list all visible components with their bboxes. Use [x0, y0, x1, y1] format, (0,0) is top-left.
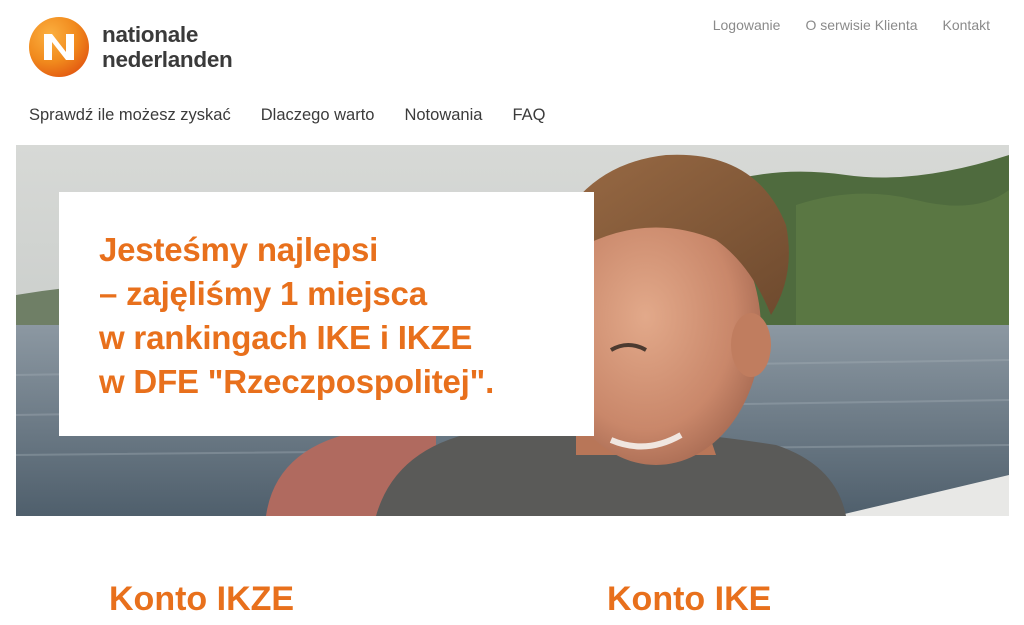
nav-item-why[interactable]: Dlaczego warto: [261, 106, 375, 125]
main-nav: Sprawdź ile możesz zyskać Dlaczego warto…: [29, 106, 545, 125]
hero-headline: Jesteśmy najlepsi – zajęliśmy 1 miejsca …: [99, 228, 494, 404]
konto-ikze-title[interactable]: Konto IKZE: [109, 580, 294, 619]
nn-logo-icon: [29, 17, 89, 77]
brand-logo[interactable]: nationale nederlanden: [28, 15, 248, 79]
nav-item-faq[interactable]: FAQ: [512, 106, 545, 125]
about-service-link[interactable]: O serwisie Klienta: [805, 17, 917, 33]
hero-text-box: Jesteśmy najlepsi – zajęliśmy 1 miejsca …: [59, 192, 594, 436]
hero-line-3: w rankingach IKE i IKZE: [99, 319, 473, 356]
nav-item-quotes[interactable]: Notowania: [404, 106, 482, 125]
logo-line-1: nationale: [102, 22, 199, 47]
hero-line-1: Jesteśmy najlepsi: [99, 231, 379, 268]
utility-nav: Logowanie O serwisie Klienta Kontakt: [713, 17, 990, 33]
login-link[interactable]: Logowanie: [713, 17, 781, 33]
logo-line-2: nederlanden: [102, 47, 233, 72]
hero-line-2: – zajęliśmy 1 miejsca: [99, 275, 427, 312]
contact-link[interactable]: Kontakt: [943, 17, 990, 33]
logo-wordmark: nationale nederlanden: [102, 22, 233, 72]
konto-ike-title[interactable]: Konto IKE: [607, 580, 771, 619]
hero-banner: Jesteśmy najlepsi – zajęliśmy 1 miejsca …: [16, 145, 1009, 516]
nav-item-calculator[interactable]: Sprawdź ile możesz zyskać: [29, 106, 231, 125]
hero-line-4: w DFE "Rzeczpospolitej".: [99, 363, 495, 400]
